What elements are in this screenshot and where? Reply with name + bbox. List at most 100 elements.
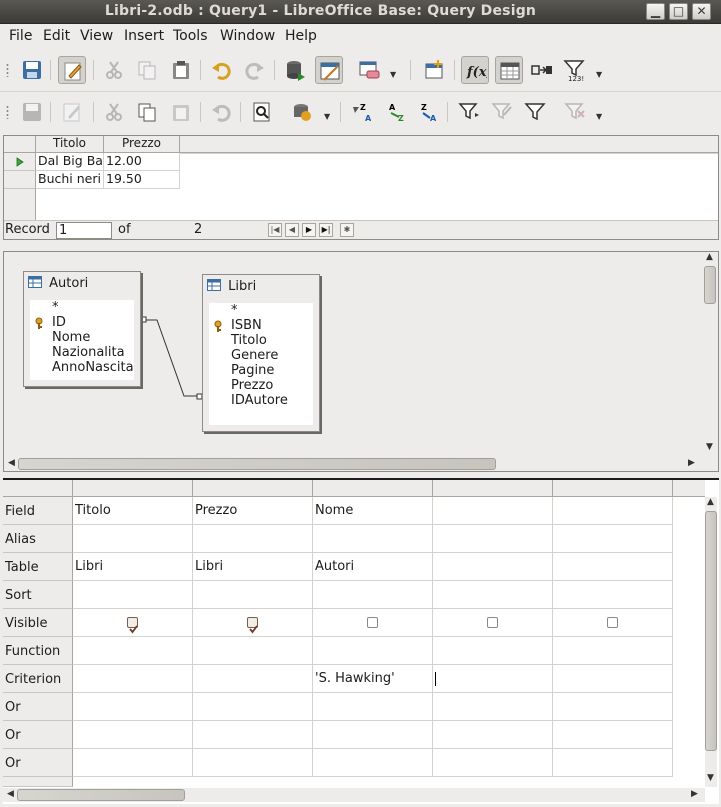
table-window-libri[interactable]: Libri * ISBN Titolo Genere Pagine Prezzo… bbox=[202, 274, 320, 432]
field-item[interactable]: Genere bbox=[209, 348, 313, 363]
alias-icon[interactable] bbox=[528, 56, 556, 84]
toolbar-more-icon[interactable]: ▼ bbox=[596, 70, 605, 82]
field-cell[interactable]: Prezzo bbox=[193, 497, 313, 525]
function-cell[interactable] bbox=[433, 637, 553, 665]
standard-filter-icon[interactable] bbox=[488, 98, 516, 126]
criterion-cell-active[interactable] bbox=[433, 665, 553, 693]
or-cell[interactable] bbox=[433, 721, 553, 749]
menu-help[interactable]: Help bbox=[285, 28, 317, 44]
run-query-icon[interactable] bbox=[281, 56, 309, 84]
cut-icon[interactable] bbox=[100, 56, 128, 84]
scroll-thumb[interactable] bbox=[705, 511, 717, 751]
visible-checkbox[interactable] bbox=[487, 617, 498, 628]
sort-cell[interactable] bbox=[73, 581, 193, 609]
alias-cell[interactable] bbox=[553, 525, 673, 553]
sort-cell[interactable] bbox=[193, 581, 313, 609]
table-names-icon[interactable] bbox=[495, 56, 523, 84]
field-item[interactable]: AnnoNascita bbox=[30, 360, 134, 375]
autofilter-icon[interactable] bbox=[455, 98, 483, 126]
find-record-icon[interactable] bbox=[248, 98, 276, 126]
or-cell[interactable] bbox=[433, 749, 553, 777]
visible-checkbox[interactable] bbox=[247, 617, 258, 634]
toolbar-more-icon[interactable]: ▼ bbox=[596, 112, 605, 124]
column-header[interactable] bbox=[553, 480, 673, 497]
or-cell[interactable] bbox=[73, 693, 193, 721]
visible-cell[interactable] bbox=[553, 609, 673, 637]
record-number-input[interactable]: 1 bbox=[56, 222, 112, 239]
function-cell[interactable] bbox=[73, 637, 193, 665]
column-header-titolo[interactable]: Titolo bbox=[36, 136, 104, 153]
field-item-key[interactable]: ISBN bbox=[209, 318, 313, 333]
toolbar-grip[interactable] bbox=[6, 105, 9, 119]
minimize-button[interactable]: ▁ bbox=[646, 3, 665, 20]
menu-window[interactable]: Window bbox=[220, 28, 275, 44]
menu-view[interactable]: View bbox=[80, 28, 113, 44]
field-item[interactable]: Pagine bbox=[209, 363, 313, 378]
table-cell[interactable]: Libri bbox=[193, 553, 313, 581]
or-cell[interactable] bbox=[553, 749, 673, 777]
close-button[interactable]: ✕ bbox=[692, 3, 711, 20]
function-cell[interactable] bbox=[193, 637, 313, 665]
column-header[interactable] bbox=[313, 480, 433, 497]
menu-insert[interactable]: Insert bbox=[124, 28, 164, 44]
function-cell[interactable] bbox=[553, 637, 673, 665]
column-header[interactable] bbox=[73, 480, 193, 497]
paste-icon[interactable] bbox=[167, 56, 195, 84]
field-item[interactable]: Nazionalita bbox=[30, 345, 134, 360]
table-cell[interactable]: 12.00 bbox=[104, 153, 180, 171]
scroll-thumb[interactable] bbox=[704, 266, 716, 304]
apply-filter-icon[interactable] bbox=[521, 98, 549, 126]
or-cell[interactable] bbox=[553, 693, 673, 721]
copy-icon[interactable] bbox=[133, 56, 161, 84]
save-record-icon[interactable] bbox=[18, 98, 46, 126]
distinct-values-icon[interactable]: 123! bbox=[560, 56, 588, 84]
table-title-autori[interactable]: Autori bbox=[28, 276, 88, 294]
undo-icon[interactable] bbox=[207, 98, 235, 126]
scroll-thumb[interactable] bbox=[17, 789, 185, 801]
scroll-right-icon[interactable]: ▶ bbox=[688, 458, 695, 468]
criterion-cell[interactable] bbox=[553, 665, 673, 693]
sort-ascending-icon[interactable]: ZA bbox=[348, 98, 376, 126]
previous-record-button[interactable]: ◀ bbox=[285, 223, 299, 237]
criterion-cell[interactable]: 'S. Hawking' bbox=[313, 665, 433, 693]
row-header[interactable] bbox=[4, 171, 36, 189]
save-icon[interactable] bbox=[18, 56, 46, 84]
maximize-button[interactable]: □ bbox=[669, 3, 688, 20]
alias-cell[interactable] bbox=[73, 525, 193, 553]
toolbar-grip[interactable] bbox=[6, 63, 9, 77]
or-cell[interactable] bbox=[73, 721, 193, 749]
field-list-autori[interactable]: * ID Nome Nazionalita AnnoNascita bbox=[30, 300, 134, 380]
column-header-prezzo[interactable]: Prezzo bbox=[104, 136, 180, 153]
field-item[interactable]: * bbox=[30, 300, 134, 315]
or-cell[interactable] bbox=[313, 721, 433, 749]
scroll-up-icon[interactable]: ▲ bbox=[707, 497, 714, 507]
menu-edit[interactable]: Edit bbox=[43, 28, 70, 44]
edit-icon[interactable] bbox=[58, 56, 86, 84]
or-cell[interactable] bbox=[193, 749, 313, 777]
visible-checkbox[interactable] bbox=[367, 617, 378, 628]
or-cell[interactable] bbox=[73, 749, 193, 777]
sort-cell[interactable] bbox=[553, 581, 673, 609]
table-cell[interactable]: 19.50 bbox=[104, 171, 180, 189]
alias-cell[interactable] bbox=[313, 525, 433, 553]
clear-query-icon[interactable] bbox=[355, 56, 383, 84]
grid-vertical-scrollbar[interactable]: ▲ ▼ bbox=[705, 497, 717, 787]
table-title-libri[interactable]: Libri bbox=[207, 279, 256, 297]
or-cell[interactable] bbox=[433, 693, 553, 721]
or-cell[interactable] bbox=[313, 749, 433, 777]
table-cell[interactable]: Buchi neri bbox=[36, 171, 104, 189]
visible-cell[interactable] bbox=[433, 609, 553, 637]
field-item-key[interactable]: ID bbox=[30, 315, 134, 330]
toolbar-more-icon[interactable]: ▼ bbox=[324, 112, 333, 124]
or-cell[interactable] bbox=[313, 693, 433, 721]
functions-icon[interactable]: f(x) bbox=[461, 56, 489, 84]
scroll-up-icon[interactable]: ▲ bbox=[706, 252, 713, 262]
scroll-down-icon[interactable]: ▼ bbox=[707, 773, 714, 783]
field-cell[interactable]: Nome bbox=[313, 497, 433, 525]
first-record-button[interactable]: |◀ bbox=[268, 223, 282, 237]
or-cell[interactable] bbox=[193, 721, 313, 749]
design-view-icon[interactable] bbox=[315, 56, 343, 84]
cut-icon[interactable] bbox=[100, 98, 128, 126]
table-cell[interactable]: Libri bbox=[73, 553, 193, 581]
copy-icon[interactable] bbox=[133, 98, 161, 126]
